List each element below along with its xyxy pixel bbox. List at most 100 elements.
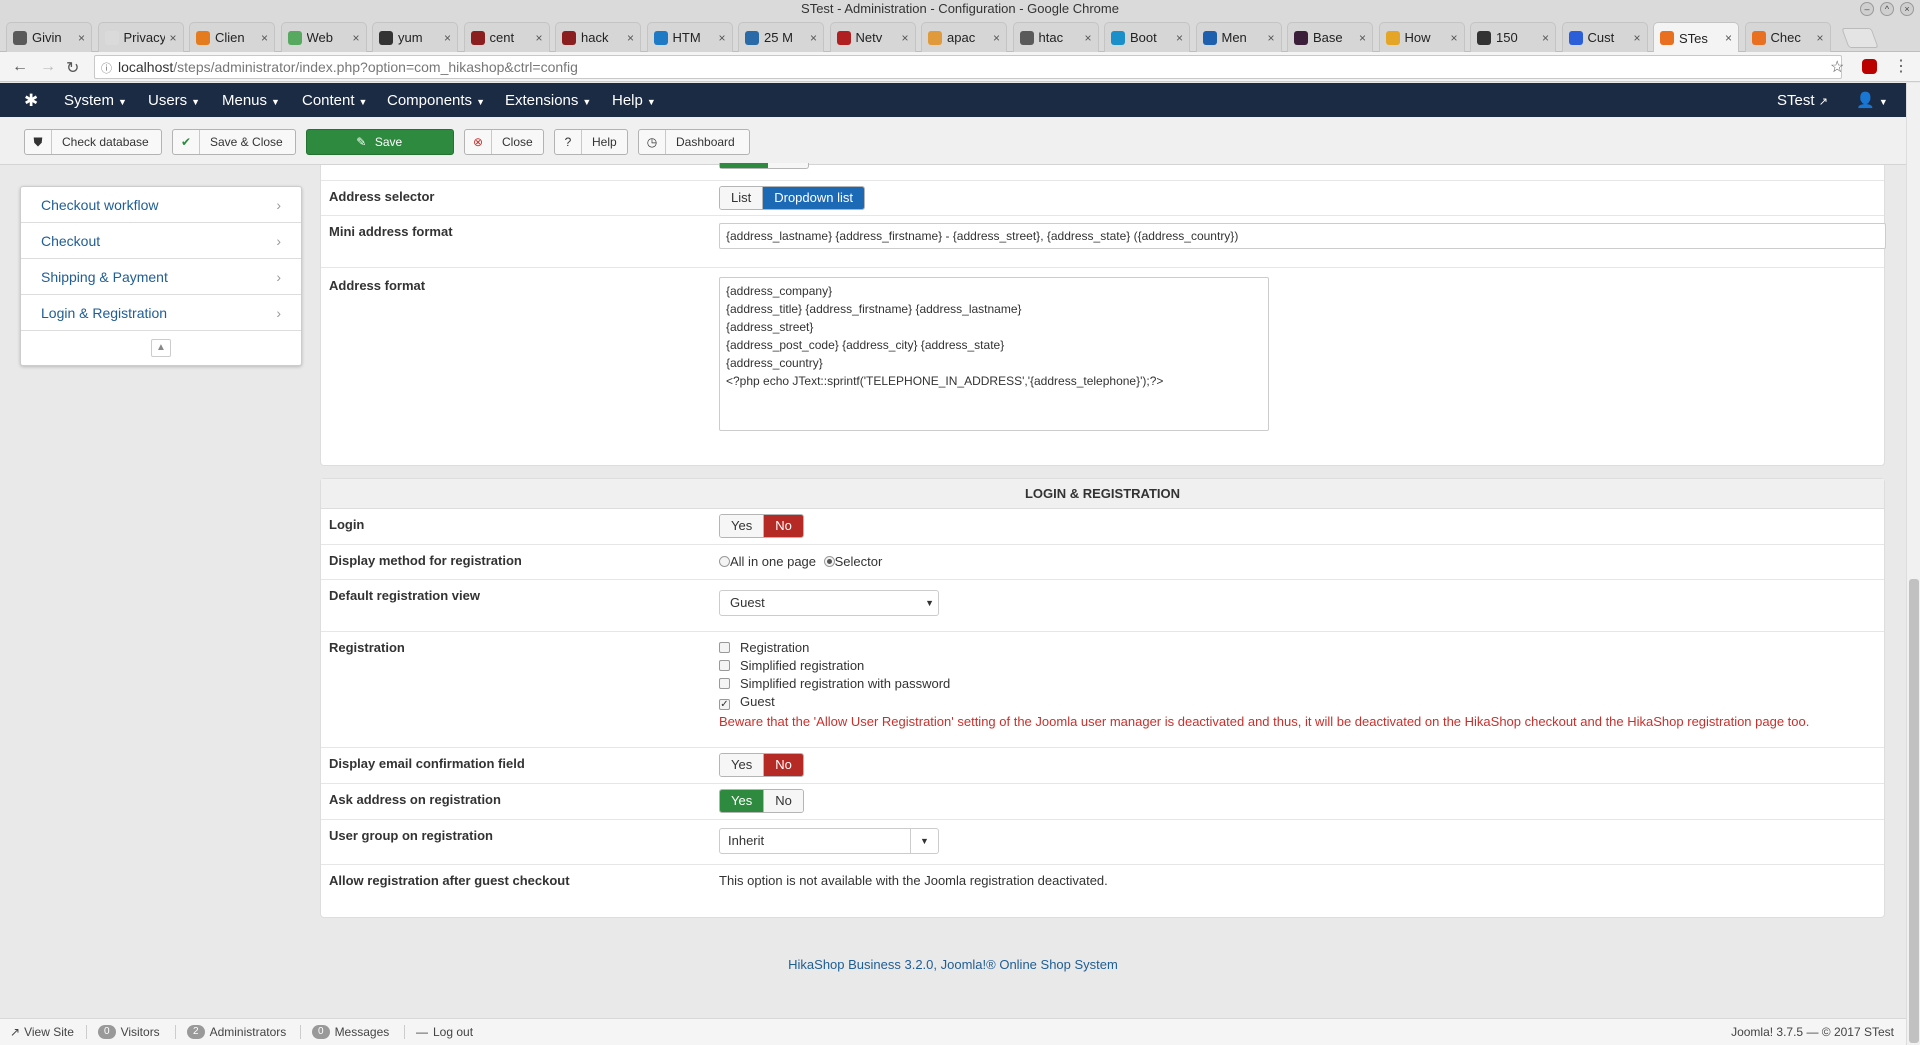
browser-tab[interactable]: Netv × [829,22,916,52]
admin-menu-menus[interactable]: Menus ▼ [222,92,280,109]
radio-all-in-one-page[interactable] [719,556,730,567]
browser-tab[interactable]: Boot × [1104,22,1190,52]
user-group-select[interactable]: Inherit ▼ [719,828,939,854]
mini-address-format-input[interactable]: {address_lastname} {address_firstname} -… [719,223,1886,249]
site-link[interactable]: STest ↗ [1777,92,1828,109]
maximize-icon[interactable]: ^ [1880,2,1894,16]
view-site-link[interactable]: ↗ View Site [10,1025,74,1039]
browser-tab[interactable]: Cust × [1561,22,1648,52]
close-tab-icon[interactable]: × [352,31,359,45]
browser-tab[interactable]: How × [1378,22,1465,52]
browser-tab[interactable]: Clien × [189,22,275,52]
url-bar[interactable]: ⓘ localhost/steps/administrator/index.php… [94,55,1842,79]
save-button[interactable]: ✎ Save [306,129,454,155]
close-tab-icon[interactable]: × [1084,31,1091,45]
close-tab-icon[interactable]: × [1267,31,1274,45]
collapse-up-icon[interactable]: ▲ [151,339,171,357]
close-tab-icon[interactable]: × [627,31,634,45]
close-tab-icon[interactable]: × [169,31,176,45]
admin-menu-system[interactable]: System ▼ [64,92,127,109]
forward-icon[interactable]: → [40,58,56,76]
save-close-button[interactable]: ✔ Save & Close [172,129,296,155]
close-tab-icon[interactable]: × [1542,31,1549,45]
close-tab-icon[interactable]: × [1725,31,1732,45]
sidebar-item-checkout-workflow[interactable]: Checkout workflow › [21,187,301,223]
close-window-icon[interactable]: × [1900,2,1914,16]
browser-tab[interactable]: HTM × [646,22,733,52]
logout-link[interactable]: — Log out [416,1025,473,1039]
extension-icon[interactable] [1862,59,1877,74]
browser-tab[interactable]: apac × [921,22,1007,52]
login-no[interactable]: No [764,515,803,537]
browser-tab[interactable]: hack × [555,22,641,52]
ask-address-yes[interactable]: Yes [720,790,765,812]
back-icon[interactable]: ← [12,58,28,76]
address-format-textarea[interactable]: {address_company} {address_title} {addre… [719,277,1269,431]
close-tab-icon[interactable]: × [1176,31,1183,45]
close-tab-icon[interactable]: × [535,31,542,45]
close-tab-icon[interactable]: × [1816,31,1823,45]
browser-tab[interactable]: htac × [1012,22,1099,52]
simplified-registration-checkbox[interactable] [719,660,730,671]
guest-checkbox[interactable]: ✓ [719,699,730,710]
close-tab-icon[interactable]: × [993,31,1000,45]
visitors-status[interactable]: 0 Visitors [98,1025,160,1039]
close-tab-icon[interactable]: × [1633,31,1640,45]
close-tab-icon[interactable]: × [901,31,908,45]
sidebar-item-shipping-payment[interactable]: Shipping & Payment › [21,259,301,295]
page-scrollbar[interactable] [1906,83,1920,1045]
admin-menu-help[interactable]: Help ▼ [612,92,656,109]
close-button[interactable]: ⊗ Close [464,129,544,155]
admin-menu-content[interactable]: Content ▼ [302,92,367,109]
new-tab-button[interactable] [1841,28,1879,48]
browser-tab[interactable]: Givin × [6,22,92,52]
close-tab-icon[interactable]: × [810,31,817,45]
footer-link[interactable]: HikaShop Business 3.2.0, Joomla!® Online… [0,957,1906,972]
admin-menu-users[interactable]: Users ▼ [148,92,200,109]
browser-tab[interactable]: cent × [463,22,550,52]
dashboard-button[interactable]: ◷ Dashboard [638,129,750,155]
bookmark-star-icon[interactable]: ☆ [1830,57,1844,77]
login-yes[interactable]: Yes [720,515,765,537]
joomla-logo-icon[interactable]: ✱ [24,91,38,111]
browser-tab[interactable]: Men × [1195,22,1282,52]
radio-selector[interactable] [823,556,835,567]
chrome-menu-icon[interactable]: ⋮ [1893,56,1909,76]
admins-status[interactable]: 2 Administrators [187,1025,286,1039]
address-selector-list[interactable]: List [720,187,764,209]
minimize-icon[interactable]: – [1860,2,1874,16]
browser-tab[interactable]: 25 M × [738,22,824,52]
check-database-button[interactable]: ⛊ Check database [24,129,162,155]
scrollbar-thumb[interactable] [1909,579,1919,1043]
chevron-down-icon: ▼ [910,829,938,853]
info-icon[interactable]: ⓘ [101,63,112,75]
close-tab-icon[interactable]: × [261,31,268,45]
browser-tab[interactable]: Base × [1287,22,1373,52]
sidebar-item-checkout[interactable]: Checkout › [21,223,301,259]
close-tab-icon[interactable]: × [78,31,85,45]
close-tab-icon[interactable]: × [1359,31,1366,45]
ask-address-no[interactable]: No [764,790,803,812]
browser-tab[interactable]: yum × [372,22,458,52]
browser-tab[interactable]: 150 × [1470,22,1556,52]
simplified-registration-password-checkbox[interactable] [719,678,730,689]
browser-tab[interactable]: Web × [280,22,367,52]
admin-menu-components[interactable]: Components ▼ [387,92,485,109]
email-confirmation-yes[interactable]: Yes [720,754,765,776]
address-selector-dropdown[interactable]: Dropdown list [763,187,864,209]
user-menu[interactable]: 👤 ▼ [1856,91,1888,109]
default-registration-view-select[interactable]: Guest ▼ [719,590,939,616]
registration-checkbox[interactable] [719,642,730,653]
messages-status[interactable]: 0 Messages [312,1025,389,1039]
admin-menu-extensions[interactable]: Extensions ▼ [505,92,591,109]
browser-tab[interactable]: Chec × [1744,22,1831,52]
reload-icon[interactable]: ↻ [66,58,79,78]
close-tab-icon[interactable]: × [444,31,451,45]
close-tab-icon[interactable]: × [1450,31,1457,45]
browser-tab[interactable]: STes × [1653,22,1739,53]
sidebar-item-login-registration[interactable]: Login & Registration › [21,295,301,331]
email-confirmation-no[interactable]: No [764,754,803,776]
close-tab-icon[interactable]: × [718,31,725,45]
browser-tab[interactable]: Privacy × [97,22,184,52]
help-button[interactable]: ? Help [554,129,628,155]
